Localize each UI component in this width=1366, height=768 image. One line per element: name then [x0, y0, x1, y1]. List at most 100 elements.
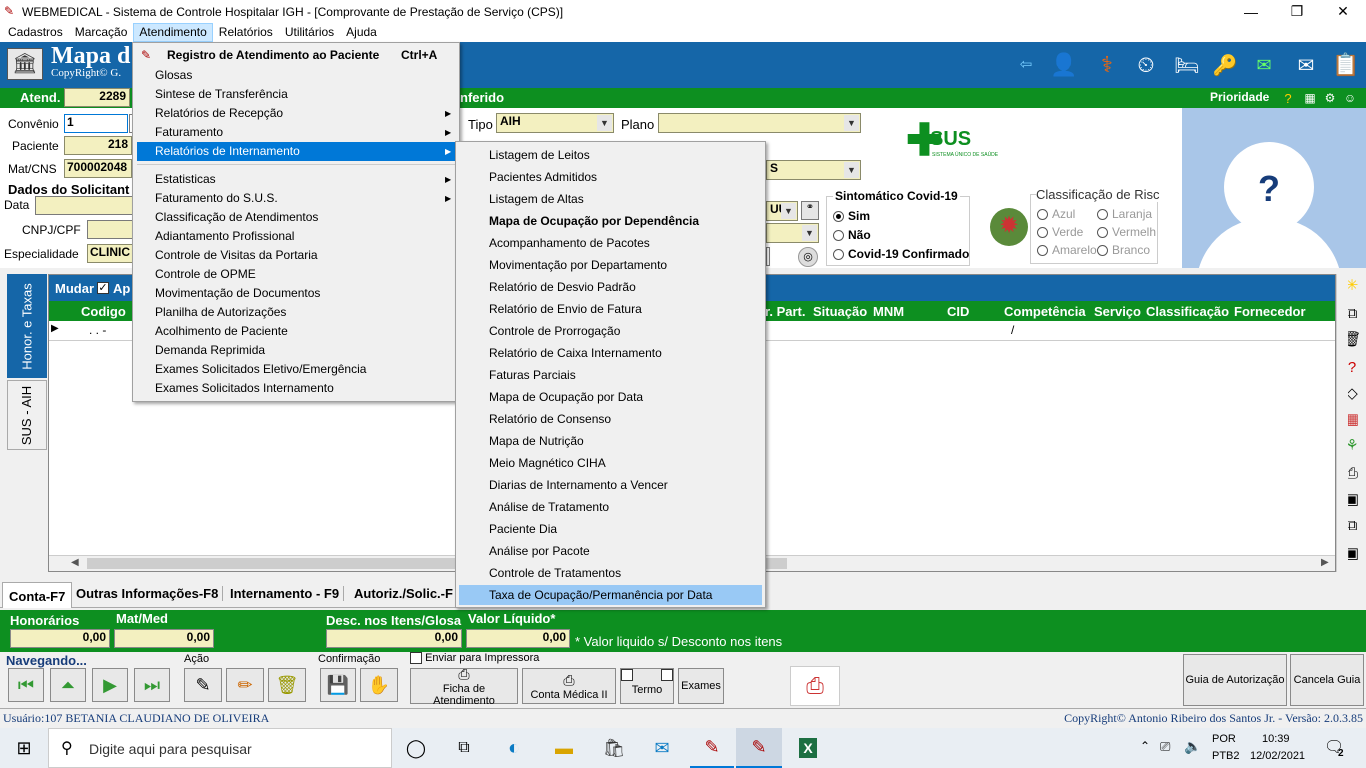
close-button[interactable]: ✕	[1320, 0, 1366, 23]
taskbar-search[interactable]: ⚲ Digite aqui para pesquisar	[48, 728, 392, 768]
calendar-icon[interactable]: ▦	[1302, 90, 1318, 106]
submenu-item[interactable]: Taxa de Ocupação/Permanência por Data	[459, 585, 762, 605]
pencil-button[interactable]: ✏	[226, 668, 264, 702]
chevron-down-icon[interactable]: ▼	[844, 115, 859, 131]
add-user-icon[interactable]: 👤	[1046, 48, 1082, 82]
radio-icon[interactable]	[1037, 209, 1048, 221]
last-record-button[interactable]: ⏭	[134, 668, 170, 702]
tipo-select[interactable]: AIH ▼	[496, 113, 614, 133]
col-classificacao[interactable]: Classificação	[1146, 304, 1229, 319]
menu-atendimento[interactable]: Atendimento	[133, 23, 213, 42]
menu-item-glosas[interactable]: Glosas	[137, 66, 455, 85]
lang-bottom[interactable]: PTB2	[1212, 750, 1240, 762]
submenu-item[interactable]: Acompanhamento de Pacotes	[459, 233, 762, 253]
covid-sim[interactable]: Sim	[833, 209, 870, 223]
extra-select[interactable]: ▼	[766, 223, 819, 243]
submenu-item[interactable]: Paciente Dia	[459, 519, 762, 539]
risco-verde[interactable]: Verde	[1037, 225, 1083, 239]
risco-vermelho[interactable]: Vermelh	[1097, 225, 1156, 239]
chevron-down-icon[interactable]: ▼	[597, 115, 612, 131]
submenu-item[interactable]: Análise por Pacote	[459, 541, 762, 561]
col-competencia[interactable]: Competência	[1004, 304, 1086, 319]
exames-button[interactable]: Exames	[678, 668, 724, 704]
menu-item-opme[interactable]: Controle de OPME	[137, 265, 455, 284]
checkbox-icon[interactable]	[410, 652, 422, 665]
caduceus-icon[interactable]: ⚕	[1090, 48, 1124, 82]
col-situacao[interactable]: Situação	[813, 304, 867, 319]
submenu-item[interactable]: Relatório de Caixa Internamento	[459, 343, 762, 363]
sms-icon[interactable]: ✉	[1246, 48, 1282, 82]
email-icon[interactable]: ✉	[1288, 48, 1324, 82]
menu-marcacao[interactable]: Marcação	[69, 23, 134, 42]
menu-item-classificacao[interactable]: Classificação de Atendimentos	[137, 208, 455, 227]
volume-icon[interactable]: 🔈	[1184, 738, 1201, 755]
vertical-scrollbar[interactable]	[1336, 274, 1348, 572]
record-icon[interactable]: ◎	[798, 247, 818, 267]
submenu-item[interactable]: Faturas Parciais	[459, 365, 762, 385]
menu-item-rel-recepcao[interactable]: Relatórios de Recepção ▶	[137, 104, 455, 123]
menu-utilitarios[interactable]: Utilitários	[279, 23, 340, 42]
save-button[interactable]: 💾	[320, 668, 356, 702]
webmedical-task-icon[interactable]: ✎	[690, 728, 734, 768]
mudar-checkbox[interactable]: ✓	[97, 282, 109, 294]
person-icon[interactable]: ☺	[1342, 90, 1358, 106]
label-printer-icon[interactable]: ⎙	[790, 666, 840, 706]
submenu-item[interactable]: Listagem de Altas	[459, 189, 762, 209]
tab-outras-informacoes[interactable]: Outras Informações-F8	[72, 586, 224, 601]
link-icon[interactable]: ⚭	[801, 201, 819, 220]
submenu-item[interactable]: Controle de Tratamentos	[459, 563, 762, 583]
tab-internamento[interactable]: Internamento - F9	[226, 586, 345, 601]
menu-item-registro[interactable]: ✎ Registro de Atendimento ao Paciente Ct…	[137, 46, 455, 65]
edit-button[interactable]: ✎	[184, 668, 222, 702]
task-view-icon[interactable]: ⧉	[444, 728, 484, 768]
maximize-button[interactable]: ❐	[1274, 0, 1320, 23]
trash-button[interactable]: 🗑	[268, 668, 306, 702]
clock-time[interactable]: 10:39	[1262, 733, 1290, 745]
submenu-item[interactable]: Movimentação por Departamento	[459, 255, 762, 275]
col-codigo[interactable]: Codigo	[81, 304, 126, 319]
uu-select[interactable]: UU ▼	[766, 201, 798, 221]
lang-top[interactable]: POR	[1212, 733, 1236, 745]
termo-button[interactable]: Termo	[620, 668, 674, 704]
patient-photo[interactable]: ?	[1182, 108, 1366, 268]
menu-item-planilha[interactable]: Planilha de Autorizações	[137, 303, 455, 322]
matmed-field[interactable]: 0,00	[114, 629, 214, 648]
submenu-item[interactable]: Relatório de Envio de Fatura	[459, 299, 762, 319]
chevron-down-icon[interactable]: ▼	[844, 162, 859, 178]
enviar-impressora[interactable]: Enviar para Impressora	[410, 652, 539, 665]
menu-item-faturamento[interactable]: Faturamento ▶	[137, 123, 455, 142]
os-select[interactable]: S ▼	[766, 160, 861, 180]
tab-sus-aih[interactable]: SUS - AIH	[7, 380, 47, 450]
radio-icon[interactable]	[833, 249, 844, 261]
radio-icon[interactable]	[1097, 209, 1108, 221]
user-card-icon[interactable]: 📋	[1328, 46, 1364, 84]
menu-cadastros[interactable]: Cadastros	[2, 23, 69, 42]
windows-start-icon[interactable]: ⊞	[0, 728, 48, 768]
submenu-item[interactable]: Diarias de Internamento a Vencer	[459, 475, 762, 495]
next-record-button[interactable]: ▶	[92, 668, 128, 702]
edge-icon[interactable]: ◐	[494, 728, 534, 768]
cortana-icon[interactable]: ◯	[396, 728, 436, 768]
submenu-item[interactable]: Controle de Prorrogação	[459, 321, 762, 341]
menu-item-estatisticas[interactable]: Estatisticas ▶	[137, 170, 455, 189]
network-icon[interactable]: ⎚	[1160, 739, 1170, 755]
prev-record-button[interactable]: ⏶	[50, 668, 86, 702]
liquido-field[interactable]: 0,00	[466, 629, 570, 648]
col-mnm[interactable]: MNM	[873, 304, 904, 319]
cancel-button[interactable]: ✋	[360, 668, 398, 702]
radio-icon[interactable]	[1097, 227, 1108, 239]
risco-laranja[interactable]: Laranja	[1097, 207, 1152, 221]
radio-icon[interactable]	[1037, 227, 1048, 239]
submenu-item[interactable]: Pacientes Admitidos	[459, 167, 762, 187]
atend-field[interactable]: 2289	[64, 88, 130, 107]
conta-medica-button[interactable]: ⎙ Conta Médica II	[522, 668, 616, 704]
col-part[interactable]: r. Part.	[765, 304, 805, 319]
risco-amarelo[interactable]: Amarelo	[1037, 243, 1097, 257]
tab-conta[interactable]: Conta-F7	[2, 582, 73, 608]
convenio-field[interactable]: 1	[64, 114, 128, 133]
clock-date[interactable]: 12/02/2021	[1250, 750, 1305, 762]
risco-azul[interactable]: Azul	[1037, 207, 1075, 221]
store-icon[interactable]: 🛍	[594, 728, 634, 768]
risco-branco[interactable]: Branco	[1097, 243, 1150, 257]
excel-icon[interactable]: X	[788, 728, 828, 768]
